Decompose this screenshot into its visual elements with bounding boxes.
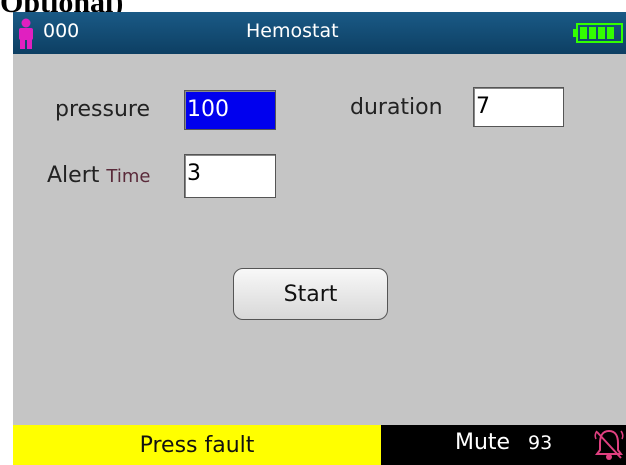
alert-word: Alert bbox=[47, 163, 100, 188]
duration-label: duration bbox=[350, 95, 443, 120]
person-icon bbox=[19, 18, 33, 49]
mute-value: 93 bbox=[528, 432, 553, 454]
pressure-label: pressure bbox=[55, 97, 151, 122]
title-bar: 000 Hemostat bbox=[13, 12, 626, 54]
time-word: Time bbox=[106, 166, 151, 187]
start-button[interactable]: Start bbox=[233, 268, 388, 320]
alarm-bell-icon[interactable] bbox=[594, 427, 624, 461]
status-bar: Press fault Mute 93 bbox=[13, 425, 626, 465]
alert-time-label: Alert Time bbox=[47, 163, 150, 188]
duration-input[interactable]: 7 bbox=[473, 87, 564, 127]
screen-title: Hemostat bbox=[246, 20, 339, 42]
pressure-input[interactable]: 100 bbox=[184, 90, 276, 130]
mute-label[interactable]: Mute bbox=[455, 430, 510, 455]
alarm-message: Press fault bbox=[13, 425, 381, 465]
patient-id: 000 bbox=[43, 20, 80, 42]
device-screen: 000 Hemostat pressure 100 duration 7 Ale… bbox=[13, 12, 626, 465]
battery-icon bbox=[573, 23, 623, 43]
alert-time-input[interactable]: 3 bbox=[184, 154, 276, 198]
